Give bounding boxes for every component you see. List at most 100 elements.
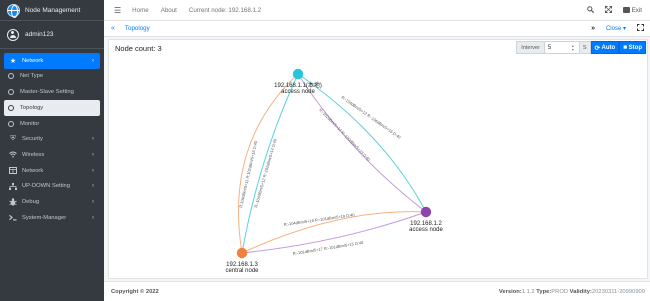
- user-name: admin123: [25, 31, 54, 38]
- sidebar-item-master-slave-setting[interactable]: Master-Slave Setting: [4, 84, 100, 100]
- top-header: ☰ Home About Current node: 192.168.1.2 E…: [104, 0, 650, 21]
- auto-refresh-button[interactable]: ⟳ Auto: [590, 41, 620, 54]
- footer: Copyright © 2022 Version:1.1.2 Type:PROD…: [104, 281, 650, 301]
- sidebar-item-network[interactable]: ★ Network ‹: [4, 53, 100, 69]
- topology-graph: R:104dBm/5+11 R:102dBm/5+18 D:40 R:-104d…: [225, 68, 444, 274]
- sidebar-item-label: Monitor: [20, 120, 40, 127]
- sidebar-item-label: Network: [22, 57, 44, 64]
- tab-topology[interactable]: Topology: [125, 25, 150, 32]
- current-node-label: Current node: 192.168.1.2: [188, 6, 262, 14]
- type-value: PROD: [551, 288, 569, 295]
- sidebar-item-monitor[interactable]: Monitor: [4, 116, 100, 132]
- tabs-bar: « Topology » Close ▾: [104, 21, 650, 37]
- sidebar-item-network-2[interactable]: Network ‹: [4, 163, 100, 179]
- user-panel[interactable]: admin123: [0, 21, 104, 49]
- maximize-icon[interactable]: [637, 24, 644, 33]
- sidebar-item-wireless[interactable]: Wireless ‹: [4, 147, 100, 163]
- terminal-icon: [9, 214, 17, 222]
- refresh-icon: ⟳: [594, 44, 601, 52]
- circle-icon: [7, 104, 15, 112]
- interval-unit: S: [579, 41, 591, 54]
- table-icon: [9, 167, 17, 175]
- tabs-scroll-left-icon[interactable]: «: [111, 25, 115, 32]
- topology-panel: Node count: 3 Interver 5 ▴ ▾ S ⟳ Auto ■ S…: [108, 39, 648, 279]
- circle-icon: [7, 120, 15, 128]
- sidebar-item-label: System-Manager: [22, 214, 67, 221]
- interval-value: 5: [547, 44, 552, 51]
- sidebar: Node Management admin123 ★ Network ‹ Net…: [0, 0, 104, 301]
- sidebar-item-label: Wireless: [22, 151, 45, 158]
- validity-value: 20230311-20990909: [591, 288, 645, 295]
- chevron-left-icon: ‹: [92, 151, 94, 158]
- spinner-arrows-icon[interactable]: ▴ ▾: [572, 44, 577, 52]
- node-count-label: Node count:: [115, 44, 156, 53]
- link-label-4: R:-104dBm/5+12 R:-106dBm/5+16 D:40: [340, 95, 402, 140]
- link-label-6: R:-101dBm/5+17 R:-101dBm/5+15 D:40: [292, 240, 364, 256]
- interval-label: Interver: [516, 41, 545, 54]
- validity-label: Validity:: [569, 288, 592, 295]
- nav-home-link[interactable]: Home: [132, 7, 149, 14]
- node-role-label: access node: [281, 89, 315, 95]
- fullscreen-icon[interactable]: [604, 5, 612, 15]
- wifi-icon: [9, 151, 17, 159]
- sidebar-nav: ★ Network ‹ Net Type Master-Slave Settin…: [0, 49, 104, 225]
- sidebar-item-label: Topology: [20, 104, 44, 111]
- close-tabs-dropdown[interactable]: Close ▾: [606, 25, 626, 32]
- type-label: Type:: [536, 288, 552, 295]
- nav-about-link[interactable]: About: [161, 7, 177, 14]
- interval-input[interactable]: 5 ▴ ▾: [544, 41, 580, 54]
- version-info: Version:1.1.2 Type:PROD Validity:2023031…: [499, 289, 645, 295]
- sidebar-item-label: Net Type: [20, 73, 44, 80]
- node-ip-label: 192.168.1.1(本地): [274, 81, 322, 89]
- tabs-scroll-right-icon[interactable]: »: [591, 25, 595, 32]
- header-actions: Exit: [586, 5, 642, 15]
- copyright: Copyright © 2022: [111, 288, 159, 295]
- node-count: Node count: 3: [115, 44, 162, 53]
- node-count-value: 3: [157, 44, 162, 53]
- node-role-label: access node: [409, 227, 443, 233]
- sidebar-item-system-manager[interactable]: System-Manager ‹: [4, 210, 100, 226]
- chevron-left-icon: ‹: [92, 136, 94, 143]
- chevron-left-icon: ‹: [92, 183, 94, 190]
- node-role-label: central node: [225, 268, 259, 274]
- link-2-1-inner: [297, 73, 427, 213]
- tabs-actions: » Close ▾: [591, 24, 644, 33]
- search-icon[interactable]: [586, 5, 594, 15]
- sidebar-item-label: Master-Slave Setting: [20, 89, 74, 96]
- exit-button[interactable]: Exit: [622, 6, 642, 14]
- sidebar-item-debug[interactable]: Debug ‹: [4, 194, 100, 210]
- link-1-2-outer: [297, 73, 427, 213]
- refresh-controls: Interver 5 ▴ ▾ S ⟳ Auto ■ Stop: [516, 41, 646, 54]
- node-192-168-1-2[interactable]: [420, 206, 432, 218]
- auto-label: Auto: [601, 44, 616, 51]
- sidebar-item-net-type[interactable]: Net Type: [4, 69, 100, 85]
- brand[interactable]: Node Management: [0, 0, 104, 21]
- sidebar-item-security[interactable]: ⛨ Security ‹: [4, 131, 100, 147]
- circle-icon: [7, 88, 15, 96]
- sidebar-item-label: UP-DOWN Setting: [22, 183, 70, 190]
- brand-title: Node Management: [25, 6, 81, 14]
- stop-button[interactable]: ■ Stop: [619, 41, 646, 54]
- chevron-left-icon: ‹: [92, 214, 94, 221]
- globe-icon: [7, 3, 20, 18]
- node-192-168-1-3[interactable]: [236, 247, 248, 259]
- menu-toggle-icon[interactable]: ☰: [114, 6, 121, 15]
- circle-icon: [7, 72, 15, 80]
- sidebar-item-topology[interactable]: Topology: [4, 100, 100, 116]
- stop-label: Stop: [628, 44, 642, 51]
- sidebar-item-up-down-setting[interactable]: UP-DOWN Setting ‹: [4, 179, 100, 195]
- sidebar-item-label: Debug: [22, 198, 40, 205]
- chevron-left-icon: ‹: [92, 57, 94, 64]
- sidebar-item-label: Security: [22, 136, 43, 143]
- bug-icon: [9, 198, 17, 206]
- node-192-168-1-1[interactable]: [292, 68, 304, 80]
- exit-label: Exit: [631, 6, 642, 14]
- link-label-2: R:-104dBm/5+12 R:-102dBm/5+14 D:40: [253, 138, 278, 209]
- shield-icon: ⛨: [10, 135, 16, 143]
- star-icon: ★: [9, 57, 17, 65]
- version-value: 1.1.2: [521, 288, 535, 295]
- user-avatar-icon: [7, 28, 19, 41]
- sitemap-icon: [9, 182, 17, 190]
- chevron-left-icon: ‹: [92, 167, 94, 174]
- sidebar-item-label: Network: [22, 167, 44, 174]
